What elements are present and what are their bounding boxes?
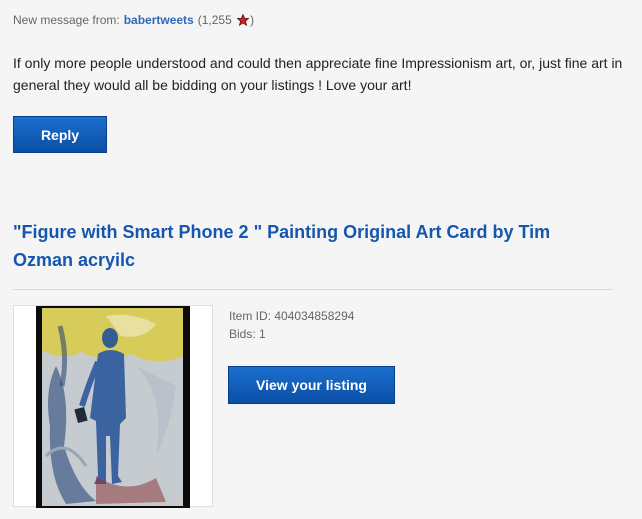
listing-meta: Item ID: 404034858294 Bids: 1 [229, 307, 354, 343]
message-header: New message from: babertweets (1,255 ) [13, 13, 254, 27]
listing-title[interactable]: "Figure with Smart Phone 2 " Painting Or… [13, 218, 603, 274]
sender-link[interactable]: babertweets [124, 13, 194, 27]
divider [13, 289, 613, 290]
listing-thumbnail[interactable] [13, 305, 213, 508]
reply-button[interactable]: Reply [13, 116, 107, 153]
message-header-prefix: New message from: [13, 13, 120, 27]
item-id: Item ID: 404034858294 [229, 309, 355, 323]
view-listing-button[interactable]: View your listing [228, 366, 395, 404]
painting-image [36, 306, 190, 508]
feedback-score-close: ) [250, 13, 255, 27]
bid-count: Bids: 1 [229, 327, 266, 341]
star-icon [237, 14, 250, 26]
feedback-score: (1,255 [197, 13, 232, 27]
email-content: New message from: babertweets (1,255 ) If … [0, 0, 642, 519]
message-body: If only more people understood and could… [13, 55, 623, 93]
